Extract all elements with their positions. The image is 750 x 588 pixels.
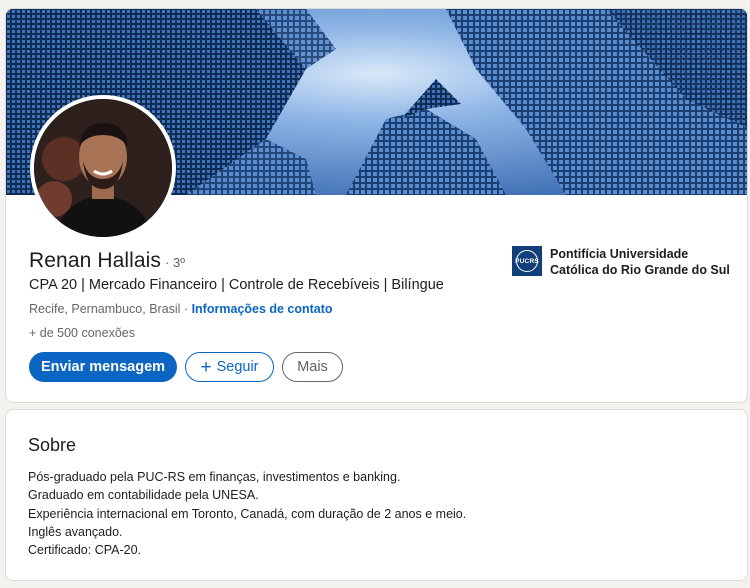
location-row: Recife, Pernambuco, Brasil · Informações… — [29, 302, 333, 316]
more-button[interactable]: Mais — [282, 352, 343, 382]
follow-button[interactable]: + Seguir — [185, 352, 274, 382]
school-name: Pontifícia Universidade Católica do Rio … — [550, 247, 730, 277]
location-separator: · — [180, 302, 192, 316]
school-logo: PUCRS — [512, 246, 542, 276]
about-card: Sobre Pós-graduado pela PUC-RS em finanç… — [5, 409, 748, 581]
contact-info-link[interactable]: Informações de contato — [192, 302, 333, 316]
about-line: Inglês avançado. — [28, 524, 123, 539]
profile-headline: CPA 20 | Mercado Financeiro | Controle d… — [29, 277, 444, 293]
location-text: Recife, Pernambuco, Brasil — [29, 302, 181, 316]
connection-degree: · 3º — [165, 255, 185, 270]
profile-actions: Enviar mensagem + Seguir Mais — [29, 352, 343, 382]
send-message-button[interactable]: Enviar mensagem — [29, 352, 177, 382]
follow-label: Seguir — [216, 359, 259, 375]
school-logo-text: PUCRS — [515, 257, 539, 265]
school-logo-ring: PUCRS — [515, 250, 539, 272]
profile-name-row: Renan Hallais · 3º — [29, 249, 185, 273]
about-title: Sobre — [28, 435, 77, 455]
education-entry[interactable]: PUCRS Pontifícia Universidade Católica d… — [512, 246, 740, 278]
connections-count: + de 500 conexões — [29, 326, 135, 340]
about-line: Graduado em contabilidade pela UNESA. — [28, 488, 259, 503]
about-text: Pós-graduado pela PUC-RS em finanças, in… — [28, 468, 466, 559]
profile-name: Renan Hallais — [29, 249, 162, 272]
avatar[interactable] — [30, 95, 176, 241]
about-line: Experiência internacional em Toronto, Ca… — [28, 506, 467, 521]
profile-card: Renan Hallais · 3º CPA 20 | Mercado Fina… — [5, 8, 748, 403]
about-line: Pós-graduado pela PUC-RS em finanças, in… — [28, 470, 401, 484]
plus-icon: + — [200, 356, 212, 378]
about-line: Certificado: CPA-20. — [28, 543, 142, 558]
